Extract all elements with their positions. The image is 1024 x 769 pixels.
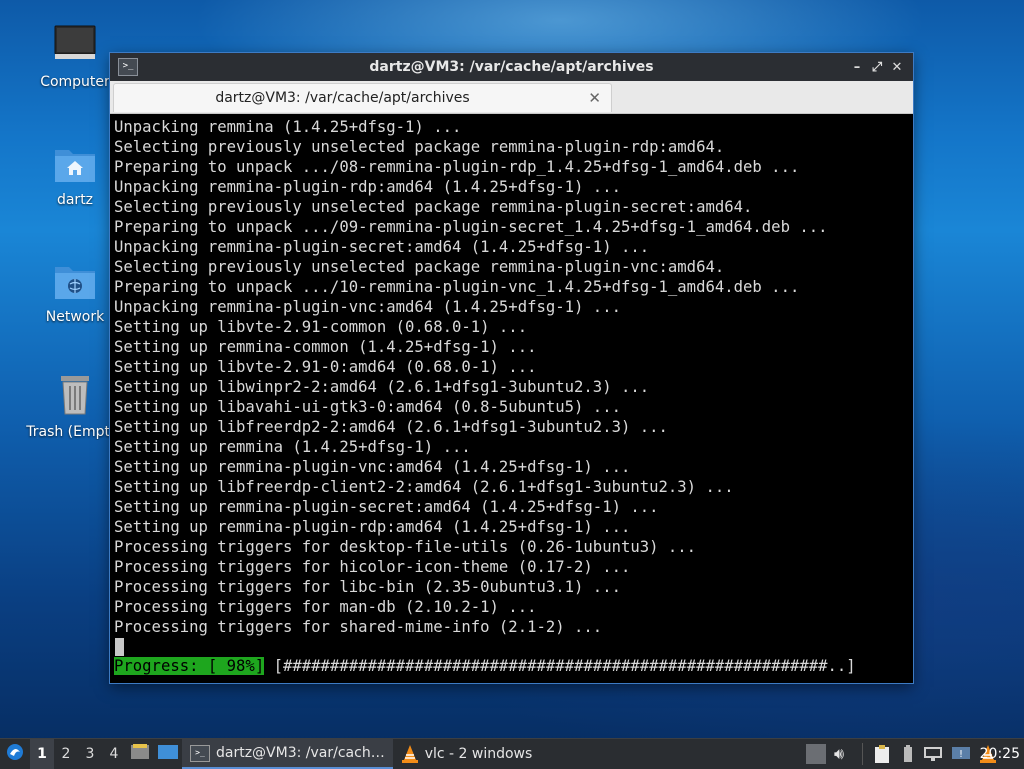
- terminal-line: Setting up remmina-plugin-secret:amd64 (…: [114, 498, 659, 516]
- terminal-line: Setting up remmina-plugin-vnc:amd64 (1.4…: [114, 458, 631, 476]
- menu-logo-icon: [5, 742, 25, 766]
- terminal-icon: >_: [190, 744, 210, 762]
- minimize-button[interactable]: –: [847, 60, 867, 75]
- window-title: dartz@VM3: /var/cache/apt/archives: [369, 59, 654, 75]
- terminal-line: Preparing to unpack .../09-remmina-plugi…: [114, 218, 828, 236]
- trash-icon: [51, 372, 99, 420]
- terminal-line: Unpacking remmina-plugin-vnc:amd64 (1.4.…: [114, 298, 621, 316]
- show-desktop-button[interactable]: [154, 739, 182, 769]
- terminal-line: Preparing to unpack .../10-remmina-plugi…: [114, 278, 800, 296]
- terminal-line: Setting up libwinpr2-2:amd64 (2.6.1+dfsg…: [114, 378, 650, 396]
- task-vlc[interactable]: vlc - 2 windows: [393, 739, 541, 769]
- terminal-line: Setting up remmina-plugin-rdp:amd64 (1.4…: [114, 518, 631, 536]
- file-manager-icon: [130, 743, 150, 765]
- task-terminal[interactable]: >_ dartz@VM3: /var/cach…: [182, 739, 393, 769]
- progress-row: Progress: [ 98%] [######################…: [114, 656, 856, 676]
- notification-icon[interactable]: !: [951, 745, 971, 763]
- terminal-line: Selecting previously unselected package …: [114, 138, 725, 156]
- start-menu-button[interactable]: [0, 739, 30, 769]
- volume-icon[interactable]: 🔊︎: [834, 744, 844, 764]
- vlc-icon: [401, 744, 419, 764]
- taskbar: 1 2 3 4 >_ dartz@VM3: /var/cach… vlc - 2…: [0, 738, 1024, 769]
- terminal-line: Processing triggers for man-db (2.10.2-1…: [114, 598, 537, 616]
- terminal-line: Selecting previously unselected package …: [114, 198, 753, 216]
- workspace-3[interactable]: 3: [78, 739, 102, 769]
- tray-updown-icon[interactable]: [806, 744, 826, 764]
- terminal-window[interactable]: >_ dartz@VM3: /var/cache/apt/archives – …: [110, 53, 913, 683]
- terminal-line: Unpacking remmina-plugin-rdp:amd64 (1.4.…: [114, 178, 621, 196]
- tab-close-button[interactable]: ✕: [588, 84, 601, 112]
- home-folder-icon: [51, 140, 99, 188]
- workspace-4[interactable]: 4: [102, 739, 126, 769]
- clipboard-icon[interactable]: [873, 744, 891, 764]
- terminal-line: Setting up remmina (1.4.25+dfsg-1) ...: [114, 438, 471, 456]
- window-titlebar[interactable]: >_ dartz@VM3: /var/cache/apt/archives – …: [110, 53, 913, 81]
- maximize-button[interactable]: ⤢: [867, 60, 887, 75]
- workspace-2[interactable]: 2: [54, 739, 78, 769]
- terminal-output[interactable]: Unpacking remmina (1.4.25+dfsg-1) ... Sel…: [113, 115, 910, 680]
- file-manager-launcher[interactable]: [126, 739, 154, 769]
- terminal-cursor: [115, 638, 124, 656]
- desktop-icon: [157, 744, 179, 764]
- svg-text:!: !: [959, 749, 963, 760]
- terminal-line: Processing triggers for libc-bin (2.35-0…: [114, 578, 621, 596]
- close-button[interactable]: ✕: [887, 60, 907, 75]
- terminal-line: Processing triggers for hicolor-icon-the…: [114, 558, 631, 576]
- workspace-1[interactable]: 1: [30, 739, 54, 769]
- terminal-line: Setting up libvte-2.91-0:amd64 (0.68.0-1…: [114, 358, 537, 376]
- task-label: vlc - 2 windows: [424, 746, 533, 762]
- terminal-line: Processing triggers for shared-mime-info…: [114, 618, 603, 636]
- progress-bar: [#######################################…: [273, 657, 856, 675]
- terminal-line: Unpacking remmina (1.4.25+dfsg-1) ...: [114, 118, 462, 136]
- clock[interactable]: 20:25: [980, 739, 1020, 769]
- tray-separator: [862, 743, 864, 765]
- terminal-line: Setting up remmina-common (1.4.25+dfsg-1…: [114, 338, 537, 356]
- terminal-line: Unpacking remmina-plugin-secret:amd64 (1…: [114, 238, 650, 256]
- terminal-line: Setting up libavahi-ui-gtk3-0:amd64 (0.8…: [114, 398, 621, 416]
- terminal-line: Selecting previously unselected package …: [114, 258, 725, 276]
- tab-label: dartz@VM3: /var/cache/apt/archives: [215, 90, 470, 106]
- terminal-lines: Unpacking remmina (1.4.25+dfsg-1) ... Sel…: [113, 115, 910, 656]
- terminal-line: Preparing to unpack .../08-remmina-plugi…: [114, 158, 800, 176]
- tab-terminal[interactable]: dartz@VM3: /var/cache/apt/archives ✕: [113, 83, 612, 112]
- terminal-line: Setting up libfreerdp2-2:amd64 (2.6.1+df…: [114, 418, 668, 436]
- terminal-line: Setting up libfreerdp-client2-2:amd64 (2…: [114, 478, 734, 496]
- task-label: dartz@VM3: /var/cach…: [216, 745, 385, 761]
- battery-icon[interactable]: [903, 745, 913, 763]
- terminal-line: Setting up libvte-2.91-common (0.68.0-1)…: [114, 318, 528, 336]
- computer-icon: [51, 22, 99, 70]
- network-icon[interactable]: [923, 745, 943, 763]
- network-folder-icon: [51, 257, 99, 305]
- terminal-line: Processing triggers for desktop-file-uti…: [114, 538, 697, 556]
- tab-bar: dartz@VM3: /var/cache/apt/archives ✕: [110, 81, 913, 114]
- progress-label: Progress: [ 98%]: [114, 657, 265, 675]
